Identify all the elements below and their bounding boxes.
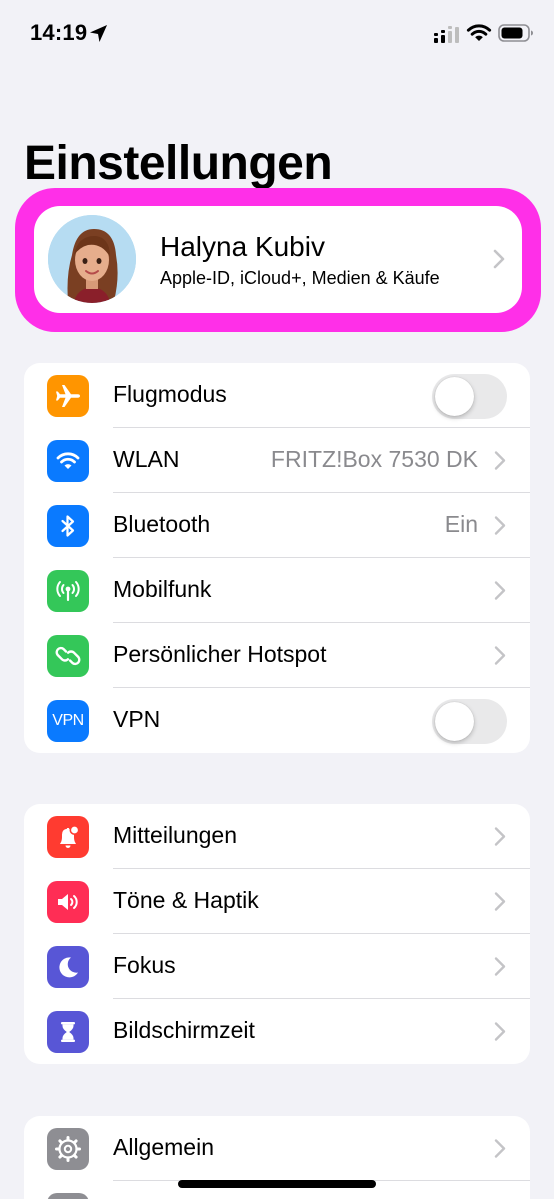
flugmodus-toggle[interactable] <box>432 374 507 419</box>
settings-row-vpn[interactable]: VPN VPN <box>24 688 530 753</box>
page-title: Einstellungen <box>24 137 333 190</box>
bluetooth-icon <box>47 505 89 547</box>
hotspot-icon <box>47 635 89 677</box>
partially-visible-icon <box>47 1193 89 1199</box>
hourglass-icon <box>47 1011 89 1053</box>
settings-row-mitteilungen[interactable]: Mitteilungen <box>24 804 530 869</box>
settings-row-mobilfunk[interactable]: Mobilfunk <box>24 558 530 623</box>
row-value: FRITZ!Box 7530 DK <box>270 446 478 472</box>
notifications-icon <box>47 816 89 858</box>
vpn-icon-text: VPN <box>52 712 84 729</box>
chevron-right-icon <box>494 957 506 976</box>
connectivity-group: Flugmodus WLAN FRITZ!Box 7530 DK Bluetoo… <box>24 363 530 753</box>
settings-screen: 14:19 Einstellungen Halyna Kubiv Apple-I… <box>0 0 554 1199</box>
battery-icon <box>498 24 533 42</box>
profile-name: Halyna Kubiv <box>160 231 325 262</box>
chevron-right-icon <box>494 451 506 470</box>
wifi-icon <box>47 440 89 482</box>
chevron-right-icon <box>494 1139 506 1158</box>
toggle-knob <box>435 702 474 741</box>
wifi-icon <box>466 24 492 41</box>
chevron-right-icon <box>493 249 505 269</box>
speaker-icon <box>47 881 89 923</box>
settings-row-fokus[interactable]: Fokus <box>24 934 530 999</box>
settings-row-allgemein[interactable]: Allgemein <box>24 1116 530 1181</box>
antenna-icon <box>47 570 89 612</box>
settings-row-bluetooth[interactable]: Bluetooth Ein <box>24 493 530 558</box>
vpn-icon: VPN <box>47 700 89 742</box>
apple-id-profile-row[interactable]: Halyna Kubiv Apple-ID, iCloud+, Medien &… <box>34 206 522 313</box>
chevron-right-icon <box>494 1022 506 1041</box>
status-bar: 14:19 <box>0 0 554 70</box>
row-label: Mitteilungen <box>113 822 238 848</box>
row-label: Allgemein <box>113 1134 214 1160</box>
cellular-signal-icon <box>434 26 459 43</box>
chevron-right-icon <box>494 581 506 600</box>
location-arrow-icon <box>89 24 108 43</box>
row-label: Persönlicher Hotspot <box>113 641 327 667</box>
gear-icon <box>47 1128 89 1170</box>
settings-row-flugmodus[interactable]: Flugmodus <box>24 363 530 428</box>
home-indicator[interactable] <box>178 1180 376 1188</box>
settings-row-bildschirmzeit[interactable]: Bildschirmzeit <box>24 999 530 1064</box>
toggle-knob <box>435 377 474 416</box>
row-label: WLAN <box>113 446 180 472</box>
chevron-right-icon <box>494 827 506 846</box>
memoji-avatar-icon <box>48 215 136 303</box>
chevron-right-icon <box>494 646 506 665</box>
row-label: Flugmodus <box>113 381 227 407</box>
moon-icon <box>47 946 89 988</box>
status-time: 14:19 <box>30 20 88 45</box>
row-label: Mobilfunk <box>113 576 212 602</box>
settings-row-hotspot[interactable]: Persönlicher Hotspot <box>24 623 530 688</box>
settings-row-wlan[interactable]: WLAN FRITZ!Box 7530 DK <box>24 428 530 493</box>
notifications-group: Mitteilungen Töne & Haptik Fokus Bildsch… <box>24 804 530 1064</box>
profile-subtitle: Apple-ID, iCloud+, Medien & Käufe <box>160 268 440 288</box>
chevron-right-icon <box>494 516 506 535</box>
avatar <box>48 215 136 303</box>
row-label: Fokus <box>113 952 176 978</box>
chevron-right-icon <box>494 892 506 911</box>
row-label: Töne & Haptik <box>113 887 259 913</box>
settings-row-toene-haptik[interactable]: Töne & Haptik <box>24 869 530 934</box>
airplane-icon <box>47 375 89 417</box>
row-label: Bildschirmzeit <box>113 1017 255 1043</box>
row-value: Ein <box>444 511 478 537</box>
row-label: VPN <box>113 706 161 732</box>
vpn-toggle[interactable] <box>432 699 507 744</box>
row-label: Bluetooth <box>113 511 211 537</box>
